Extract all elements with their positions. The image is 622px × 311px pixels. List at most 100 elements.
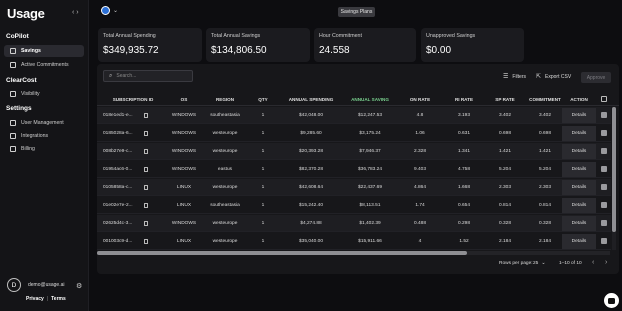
copy-icon[interactable] <box>144 238 148 244</box>
cell-region: eastus <box>217 167 233 172</box>
export-csv-button[interactable]: ⇱ Export CSV <box>536 73 571 81</box>
row-checkbox[interactable] <box>601 130 607 136</box>
sidebar-item-label: Active Commitments <box>21 62 69 68</box>
visibility-icon <box>10 91 16 97</box>
column-header[interactable]: REGION <box>205 97 245 102</box>
select-all-checkbox[interactable] <box>601 96 607 102</box>
details-button[interactable]: Details <box>562 108 596 123</box>
cell-commitment: 0.328 <box>538 221 551 226</box>
cell-os: WINDOWS <box>171 131 197 136</box>
copy-icon[interactable] <box>144 148 148 154</box>
terms-link[interactable]: Terms <box>51 296 66 302</box>
cell-sp-rate: 0.698 <box>498 131 511 136</box>
commitments-icon <box>10 62 16 68</box>
sidebar-item-billing[interactable]: Billing <box>4 143 84 155</box>
copy-icon[interactable] <box>144 202 148 208</box>
copy-icon[interactable] <box>144 220 148 226</box>
next-page-button[interactable]: › <box>605 259 607 266</box>
cell-annual-saving: $3,175.24 <box>359 131 381 136</box>
cell-sp-rate: 2.303 <box>498 185 511 190</box>
scrollbar-thumb[interactable] <box>97 251 467 255</box>
cell-qty: 1 <box>261 149 265 154</box>
details-button[interactable]: Details <box>562 144 596 159</box>
column-header[interactable]: OS <box>169 97 199 102</box>
cell-subscription-id: 0185028a-6... <box>103 131 133 136</box>
search-box[interactable]: ⌕ <box>103 70 193 82</box>
row-checkbox[interactable] <box>601 184 607 190</box>
table-row: 001003c9-d... LINUX westeurope 1 $35,040.00 $… <box>97 233 611 250</box>
cell-os: WINDOWS <box>171 113 197 118</box>
privacy-link[interactable]: Privacy <box>26 296 44 302</box>
column-header[interactable]: ANNUAL SPENDING <box>283 97 339 102</box>
approve-button[interactable]: Approve <box>581 72 611 83</box>
filters-label: Filters <box>512 73 527 80</box>
details-button[interactable]: Details <box>562 216 596 231</box>
column-header[interactable]: QTY <box>253 97 273 102</box>
filters-button[interactable]: ☰ Filters <box>503 73 527 81</box>
prev-page-button[interactable]: ‹ <box>592 259 594 266</box>
column-header[interactable]: RI RATE <box>449 97 479 102</box>
row-checkbox[interactable] <box>601 112 607 118</box>
horizontal-scrollbar[interactable] <box>97 251 610 255</box>
column-header[interactable]: COMMITMENT <box>527 97 563 102</box>
cell-subscription-id: 018e1ed1-e... <box>103 113 133 118</box>
sidebar-item-visibility[interactable]: Visibility <box>4 88 84 100</box>
avatar[interactable]: D <box>7 278 21 292</box>
column-header[interactable]: SUBSCRIPTION ID <box>103 97 163 102</box>
user-menu[interactable]: D demo@usage.ai <box>7 278 65 292</box>
cell-os: LINUX <box>176 185 192 190</box>
details-button[interactable]: Details <box>562 126 596 141</box>
copy-icon[interactable] <box>144 166 148 172</box>
details-button[interactable]: Details <box>562 198 596 213</box>
vertical-scrollbar[interactable] <box>612 107 616 250</box>
sidebar-item-label: User Management <box>21 120 64 126</box>
sidebar-item-active-commitments[interactable]: Active Commitments <box>4 59 84 71</box>
cell-annual-spending: $4,274.88 <box>300 221 322 226</box>
user-email: demo@usage.ai <box>28 282 65 288</box>
scrollbar-thumb[interactable] <box>612 107 616 232</box>
savings-icon <box>10 48 16 54</box>
rows-per-page-select[interactable]: 25 ⌄ <box>533 261 545 266</box>
stat-label: Hour Commitment <box>319 33 362 39</box>
chat-button[interactable] <box>604 293 619 308</box>
org-switcher[interactable]: ⌄ <box>101 6 118 15</box>
integrations-icon <box>10 133 16 139</box>
collapse-sidebar-icon[interactable]: ‹ › <box>72 9 79 16</box>
sidebar-item-savings[interactable]: Savings <box>4 45 84 57</box>
column-header[interactable]: ANNUAL SAVING <box>343 97 397 102</box>
copy-icon[interactable] <box>144 184 148 190</box>
search-input[interactable] <box>116 73 187 79</box>
cell-sp-rate: 5.204 <box>498 167 511 172</box>
row-checkbox[interactable] <box>601 202 607 208</box>
row-checkbox[interactable] <box>601 148 607 154</box>
details-button[interactable]: Details <box>562 234 596 249</box>
gear-icon[interactable]: ⚙ <box>76 282 82 290</box>
copy-icon[interactable] <box>144 130 148 136</box>
stat-value: $134,806.50 <box>211 45 267 56</box>
cell-annual-saving: $1,402.39 <box>359 221 381 226</box>
table-row: 008b27e9-c... WINDOWS westeurope 1 $20,393.2… <box>97 143 611 160</box>
row-checkbox[interactable] <box>601 238 607 244</box>
cell-sp-rate: 0.328 <box>498 221 511 226</box>
details-button[interactable]: Details <box>562 162 596 177</box>
footer-separator: | <box>46 296 49 302</box>
cell-region: westeurope <box>212 185 238 190</box>
cell-region: southeastasia <box>210 203 240 208</box>
row-checkbox[interactable] <box>601 220 607 226</box>
app-logo[interactable]: Usage <box>7 6 45 21</box>
copy-icon[interactable] <box>144 112 148 118</box>
page-range: 1–10 of 10 <box>559 261 582 266</box>
cell-on-rate: 4.8 <box>416 113 424 118</box>
cell-ri-rate: 1.52 <box>459 239 469 244</box>
column-header[interactable]: ON RATE <box>405 97 435 102</box>
stat-card-hour-commitment: Hour Commitment 24.558 <box>314 28 416 62</box>
cell-commitment: 0.698 <box>538 131 551 136</box>
cell-annual-saving: $8,113.51 <box>359 203 381 208</box>
sidebar-item-user-management[interactable]: User Management <box>4 117 84 129</box>
column-header[interactable]: SP RATE <box>490 97 520 102</box>
cell-ri-rate: 3.193 <box>457 113 470 118</box>
section-copilot: CoPilot <box>6 33 29 40</box>
row-checkbox[interactable] <box>601 166 607 172</box>
details-button[interactable]: Details <box>562 180 596 195</box>
sidebar-item-integrations[interactable]: Integrations <box>4 130 84 142</box>
